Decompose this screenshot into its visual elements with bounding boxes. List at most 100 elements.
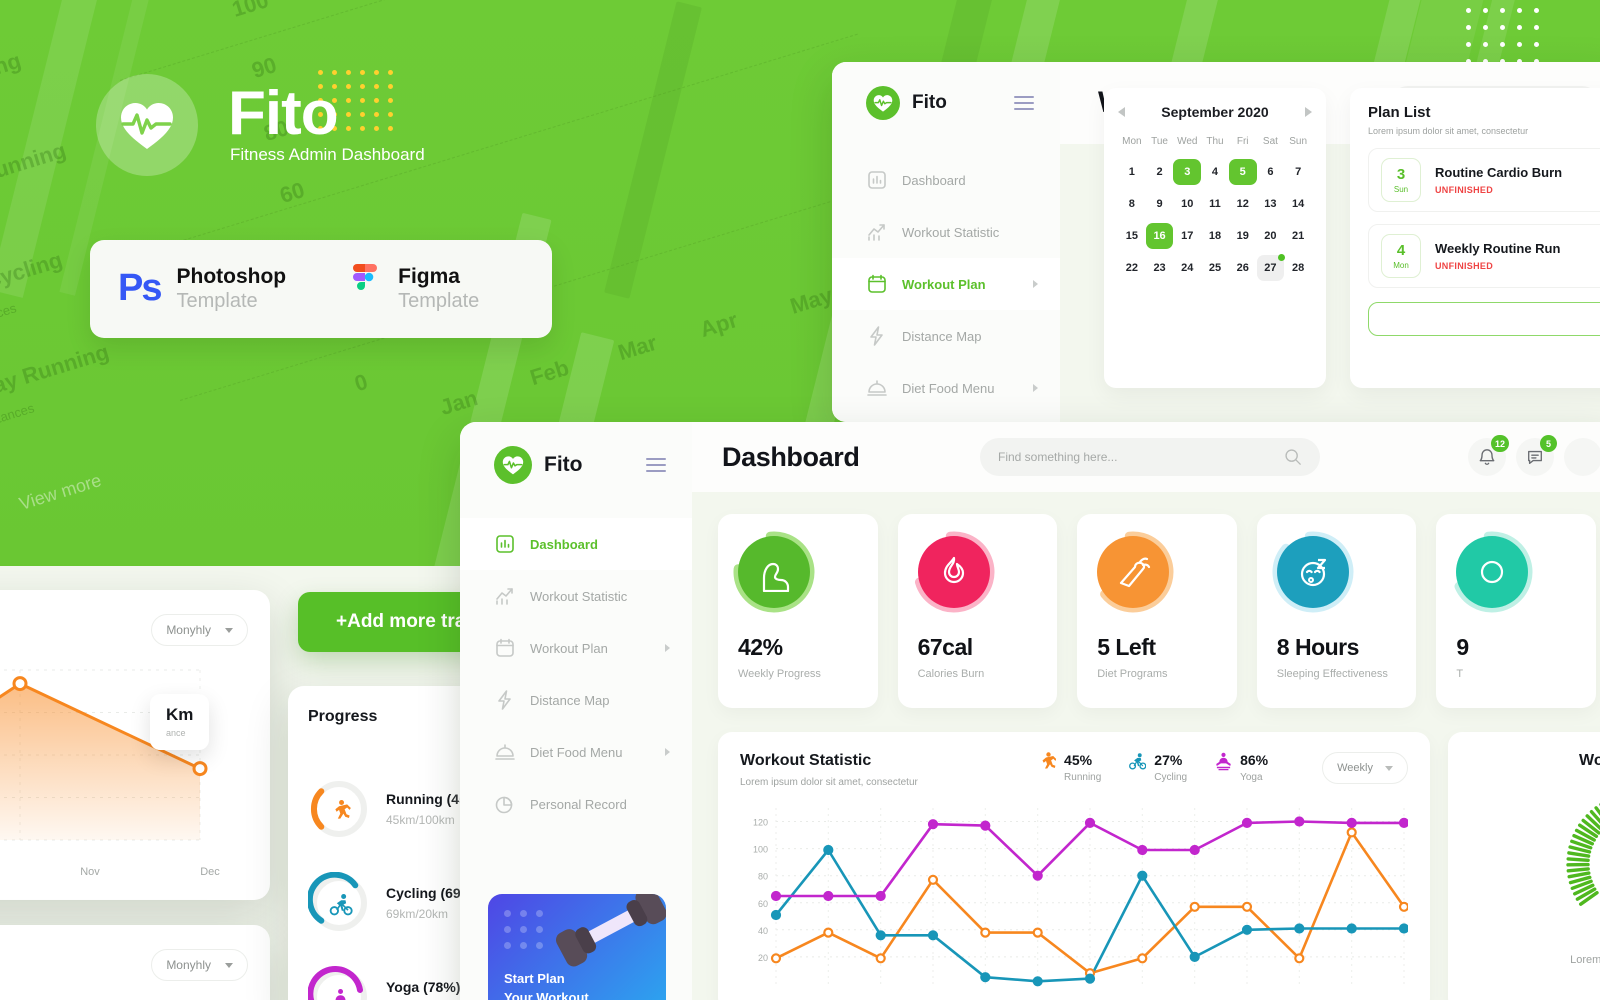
stat-card[interactable]: 42% Weekly Progress bbox=[718, 514, 878, 708]
profile-button[interactable] bbox=[1564, 438, 1600, 476]
dashboard-search-input[interactable]: Find something here... bbox=[980, 438, 1320, 476]
calendar-day[interactable]: 6 bbox=[1257, 159, 1285, 185]
promo-line1: Start Plan bbox=[504, 971, 565, 987]
calendar-day[interactable]: 12 bbox=[1229, 191, 1257, 217]
calendar-day[interactable]: 16 bbox=[1145, 223, 1174, 249]
status-badge: UNFINISHED bbox=[1435, 185, 1494, 195]
stat-card[interactable]: 5 Left Diet Programs bbox=[1077, 514, 1237, 708]
plan-list-item[interactable]: 4 Mon Weekly Routine Run UNFINISHED bbox=[1368, 224, 1600, 288]
calendar-day[interactable]: 22 bbox=[1118, 255, 1146, 281]
calendar-day[interactable]: 14 bbox=[1284, 191, 1312, 217]
stat-card[interactable]: 8 Hours Sleeping Effectiveness bbox=[1256, 514, 1417, 708]
calendar-day[interactable]: 27 bbox=[1256, 254, 1286, 281]
calendar-day[interactable]: 4 bbox=[1201, 159, 1229, 185]
calendar-day[interactable]: 23 bbox=[1146, 255, 1174, 281]
legend-name: Running bbox=[1064, 772, 1102, 783]
dashboard-sidebar: Fito Dashboard Workout Statistic Workout P… bbox=[460, 422, 692, 1000]
calendar-day[interactable]: 21 bbox=[1284, 223, 1312, 249]
workout-statistic-line-chart: 20 40 60 80 100 120 bbox=[753, 808, 1408, 987]
sidebar-item-dashboard[interactable]: Dashboard bbox=[460, 518, 692, 570]
plan-day-name: Mon bbox=[1393, 260, 1409, 270]
calendar-dow: Thu bbox=[1206, 136, 1224, 147]
dashboard-window: Fito Dashboard Workout Statistic Workout P… bbox=[460, 422, 1600, 1000]
sidebar-item-distance-map[interactable]: Distance Map bbox=[460, 674, 692, 726]
calendar-day[interactable]: 24 bbox=[1173, 255, 1201, 281]
sidebar-item-workout-statistic[interactable]: Workout Statistic bbox=[460, 570, 692, 622]
calendar-day[interactable]: 5 bbox=[1228, 159, 1257, 185]
km-chart2-period-selector[interactable]: Monyhly bbox=[151, 949, 248, 981]
calendar-day[interactable]: 11 bbox=[1201, 191, 1229, 217]
notification-button[interactable]: 12 bbox=[1468, 435, 1509, 476]
topbar-icons: 12 5 bbox=[1468, 435, 1600, 476]
runner-icon bbox=[335, 800, 351, 819]
hamburger-icon[interactable] bbox=[1014, 96, 1034, 110]
subtitle-line1: Lorem ipsum dolor sit amet, bbox=[1570, 954, 1600, 966]
stat-card[interactable]: 9T bbox=[1436, 514, 1596, 708]
template-figma[interactable]: Figma Template bbox=[348, 264, 479, 314]
template-name: Figma bbox=[398, 265, 460, 289]
plan-list-item[interactable]: 3 Sun Routine Cardio Burn UNFINISHED bbox=[1368, 148, 1600, 212]
sidebar-item-diet-food-menu[interactable]: Diet Food Menu bbox=[832, 362, 1060, 414]
calendar-day[interactable]: 7 bbox=[1284, 159, 1312, 185]
sidebar-item-personal-record[interactable]: Personal Record bbox=[460, 778, 692, 830]
calendar-day[interactable]: 19 bbox=[1229, 223, 1257, 249]
sidebar-item-workout-plan[interactable]: Workout Plan bbox=[832, 258, 1060, 310]
workout-statistic-period-selector[interactable]: Weekly bbox=[1322, 752, 1408, 784]
search-placeholder: Find something here... bbox=[998, 450, 1118, 464]
workout-statistic-title: Workout Statistic bbox=[740, 752, 872, 769]
trend-chart-icon bbox=[494, 585, 516, 607]
stat-label: Calories Burn bbox=[917, 668, 985, 680]
hamburger-icon[interactable] bbox=[646, 458, 666, 472]
calendar-day[interactable]: 2 bbox=[1146, 159, 1174, 185]
km-tooltip-label: ance bbox=[166, 728, 186, 738]
calendar-day[interactable]: 18 bbox=[1201, 223, 1229, 249]
calendar-day[interactable]: 25 bbox=[1201, 255, 1229, 281]
calendar-day[interactable]: 26 bbox=[1229, 255, 1257, 281]
calendar-day[interactable]: 3 bbox=[1173, 159, 1202, 185]
sidebar-item-label: Distance Map bbox=[902, 328, 982, 344]
stat-card[interactable]: 67cal Calories Burn bbox=[897, 514, 1058, 708]
stat-ring bbox=[1272, 531, 1354, 613]
subtitle-line2: consectetur bbox=[1470, 969, 1600, 986]
calendar-icon bbox=[494, 637, 516, 659]
bg-side-label: es bbox=[0, 198, 2, 216]
sidebar-item-diet-food-menu[interactable]: Diet Food Menu bbox=[460, 726, 692, 778]
svg-text:120: 120 bbox=[753, 818, 768, 828]
x-tick: Oct bbox=[0, 866, 30, 878]
sidebar-item-workout-statistic[interactable]: Workout Statistic bbox=[832, 206, 1060, 258]
stat-ring bbox=[1451, 531, 1533, 613]
start-plan-promo[interactable]: Start Plan Your Workout bbox=[488, 894, 666, 1000]
calendar-day[interactable]: 17 bbox=[1173, 223, 1201, 249]
distance-chart-panel: Monyhly Sep Oct Nov Dec bbox=[0, 590, 270, 900]
sidebar-item-label: Workout Statistic bbox=[530, 588, 628, 604]
calendar-day[interactable]: 8 bbox=[1118, 191, 1146, 217]
calendar-day[interactable]: 9 bbox=[1146, 191, 1174, 217]
sidebar-item-distance-map[interactable]: Distance Map bbox=[832, 310, 1060, 362]
bar-chart-icon bbox=[866, 169, 888, 191]
plan-row-partial[interactable] bbox=[1368, 302, 1600, 336]
sidebar-item-dashboard[interactable]: Dashboard bbox=[832, 154, 1060, 206]
calendar-day[interactable]: 10 bbox=[1173, 191, 1201, 217]
distance-area-chart bbox=[0, 669, 208, 841]
stat-label: Sleeping Effectiveness bbox=[1276, 668, 1388, 680]
calendar-day[interactable]: 13 bbox=[1257, 191, 1285, 217]
calendar-day[interactable]: 15 bbox=[1118, 223, 1146, 249]
sidebar-item-label: Diet Food Menu bbox=[902, 380, 995, 396]
chevron-left-icon[interactable] bbox=[1118, 107, 1125, 117]
sidebar-item-workout-plan[interactable]: Workout Plan bbox=[460, 622, 692, 674]
messages-button[interactable]: 5 bbox=[1516, 435, 1557, 476]
calendar-day[interactable]: 28 bbox=[1284, 255, 1312, 281]
legend-name: Yoga bbox=[1240, 772, 1263, 783]
calendar-month: September 2020 bbox=[1161, 104, 1269, 120]
calendar-day[interactable]: 1 bbox=[1118, 159, 1146, 185]
selector-value: Weekly bbox=[1337, 762, 1373, 774]
stat-label: T bbox=[1456, 668, 1464, 680]
progress-ring-yoga bbox=[308, 966, 367, 1000]
calendar-day[interactable]: 20 bbox=[1257, 223, 1285, 249]
calendar-dow: Wed bbox=[1177, 136, 1198, 147]
template-photoshop[interactable]: Ps Photoshop Template bbox=[118, 265, 286, 312]
chevron-right-icon[interactable] bbox=[1305, 107, 1312, 117]
stat-ring bbox=[913, 531, 995, 613]
chevron-right-icon bbox=[665, 748, 670, 756]
heart-pulse-icon bbox=[96, 74, 198, 176]
